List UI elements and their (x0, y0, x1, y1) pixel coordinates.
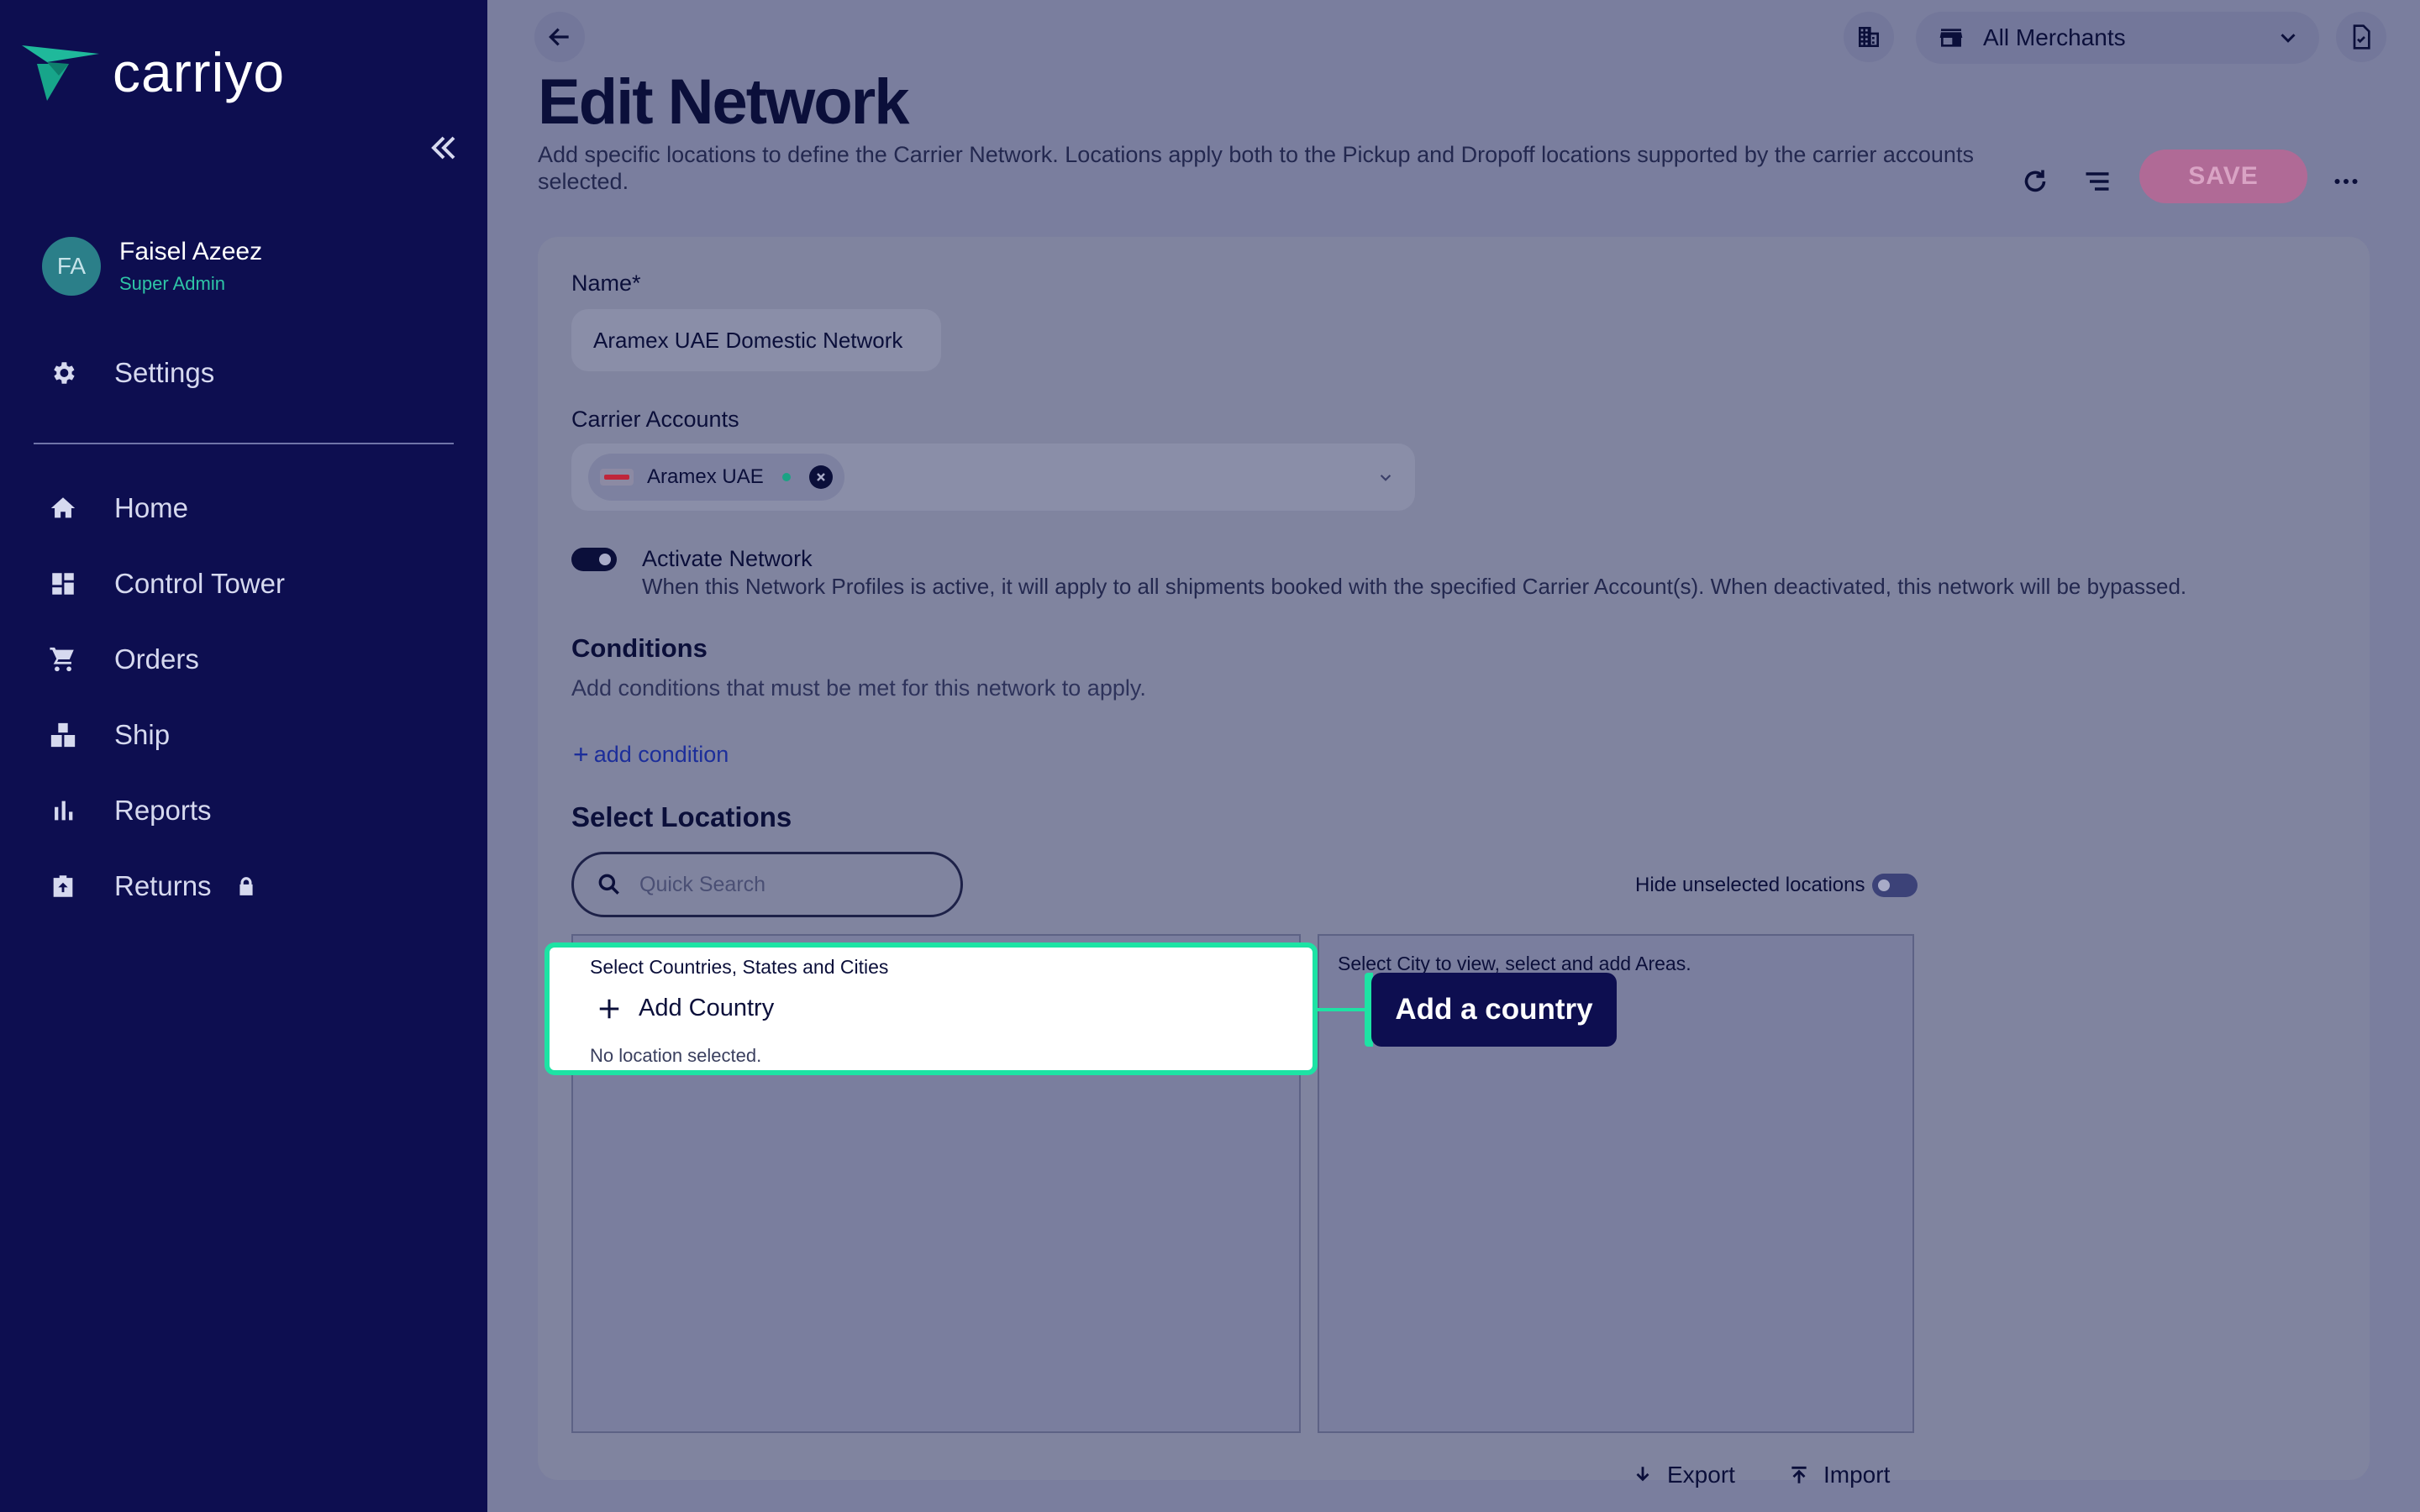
add-country-button[interactable]: Add Country (597, 995, 774, 1022)
sidebar-divider (34, 443, 454, 444)
chevron-down-icon (1380, 475, 1392, 481)
add-country-label: Add Country (639, 995, 775, 1021)
carrier-accounts-label: Carrier Accounts (571, 407, 739, 432)
collapse-sidebar-icon[interactable] (427, 131, 460, 165)
export-label: Export (1667, 1462, 1735, 1488)
activate-network-toggle[interactable] (571, 548, 617, 571)
dashboard-icon (47, 568, 79, 600)
upload-icon (1791, 1466, 1807, 1483)
activate-network-label: Activate Network (642, 546, 813, 571)
merchant-select-value: All Merchants (1983, 24, 2126, 50)
sidebar-item-ship[interactable]: Ship (47, 710, 170, 760)
sidebar-item-settings[interactable]: Settings (47, 348, 214, 398)
status-dot (781, 473, 791, 481)
activate-network-description: When this Network Profiles is active, it… (642, 574, 2187, 599)
back-button[interactable] (534, 12, 585, 62)
refresh-button[interactable] (2010, 156, 2060, 207)
sidebar-item-label: Reports (114, 795, 212, 826)
home-icon (47, 492, 79, 524)
quick-search-input[interactable]: Quick Search (571, 852, 963, 917)
search-icon (598, 874, 619, 895)
select-locations-title: Select Locations (571, 801, 792, 832)
sidebar-item-label: Returns (114, 870, 212, 901)
download-icon (1636, 1467, 1649, 1482)
sidebar-item-label: Settings (114, 357, 215, 388)
page-description: Add specific locations to define the Car… (538, 142, 1974, 194)
lock-icon (239, 877, 253, 895)
carrier-accounts-select[interactable]: Aramex UAE (571, 444, 1415, 511)
export-button[interactable]: Export (1632, 1462, 1735, 1488)
name-label: Name* (571, 270, 641, 296)
sidebar-item-control-tower[interactable]: Control Tower (47, 559, 285, 609)
store-icon (1939, 29, 1963, 47)
hide-unselected-toggle[interactable] (1872, 874, 1918, 897)
brand-name: carriyo (113, 41, 286, 103)
carriyo-logo-icon (22, 45, 99, 101)
search-placeholder: Quick Search (639, 872, 766, 896)
sidebar-item-label: Control Tower (114, 568, 285, 599)
avatar: FA (42, 237, 101, 296)
more-horizontal-icon (2334, 179, 2358, 184)
add-condition-label: add condition (593, 742, 729, 767)
user-role: Super Admin (119, 273, 225, 294)
countries-panel-title: Select Countries, States and Cities (590, 956, 889, 978)
page-title: Edit Network (538, 66, 909, 138)
gear-icon (47, 357, 79, 389)
conditions-description: Add conditions that must be met for this… (571, 675, 1146, 701)
save-button[interactable]: SAVE (2139, 150, 2307, 203)
close-icon (816, 473, 825, 481)
aramex-logo-icon (600, 469, 634, 486)
sidebar: carriyo FA Faisel Azeez Super Admin Sett… (0, 0, 487, 1512)
document-check-icon (2353, 24, 2370, 50)
cart-icon (47, 643, 79, 675)
sidebar-item-home[interactable]: Home (47, 483, 188, 533)
sort-button[interactable] (2072, 156, 2123, 207)
tooltip-connector (1318, 1008, 1366, 1011)
add-country-highlight[interactable]: Select Countries, States and Cities Add … (544, 942, 1318, 1075)
user-profile[interactable]: FA Faisel Azeez Super Admin (42, 237, 262, 296)
chevron-down-icon (2281, 34, 2296, 43)
import-label: Import (1823, 1462, 1891, 1488)
arrow-left-icon (549, 28, 569, 46)
areas-panel-hint: Select City to view, select and add Area… (1338, 953, 1691, 974)
merchant-select[interactable]: All Merchants (1916, 12, 2319, 64)
sidebar-item-returns[interactable]: Returns (47, 861, 257, 911)
import-button[interactable]: Import (1788, 1462, 1890, 1488)
main-content: All Merchants Edit Network Add specific … (487, 0, 2420, 1512)
sidebar-item-label: Home (114, 492, 189, 523)
user-name: Faisel Azeez (119, 238, 263, 265)
tour-tooltip: Add a country (1371, 973, 1617, 1047)
plus-icon (599, 999, 619, 1018)
refresh-icon (2024, 170, 2046, 192)
building-icon (1859, 27, 1879, 47)
sidebar-item-label: Orders (114, 643, 199, 675)
remove-chip-button[interactable] (808, 465, 833, 489)
bar-chart-icon (47, 795, 79, 827)
logo[interactable]: carriyo (22, 40, 285, 104)
no-location-text: No location selected. (590, 1045, 762, 1066)
return-box-icon (47, 870, 79, 902)
name-input[interactable]: Aramex UAE Domestic Network (571, 309, 941, 371)
sidebar-item-reports[interactable]: Reports (47, 785, 212, 836)
sidebar-item-orders[interactable]: Orders (47, 634, 199, 685)
sidebar-item-label: Ship (114, 719, 171, 750)
plus-icon: + (573, 739, 589, 769)
add-condition-link[interactable]: + add condition (573, 739, 729, 770)
carrier-chip-label: Aramex UAE (647, 465, 764, 488)
sort-lines-icon (2086, 172, 2109, 191)
export-document-button[interactable] (2336, 12, 2386, 62)
more-options-button[interactable] (2321, 156, 2371, 207)
boxes-icon (47, 719, 79, 751)
carrier-chip: Aramex UAE (588, 454, 844, 501)
organization-button[interactable] (1844, 12, 1894, 62)
hide-unselected-label: Hide unselected locations (1635, 874, 1865, 896)
conditions-title: Conditions (571, 633, 708, 663)
